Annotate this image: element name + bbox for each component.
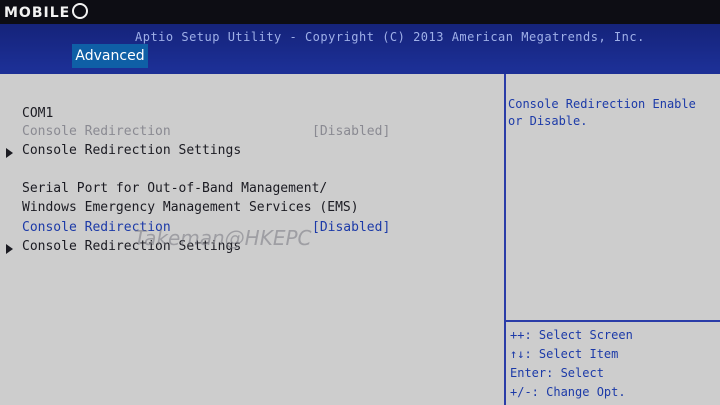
com1-console-redirection-settings[interactable]: Console Redirection Settings: [22, 143, 241, 158]
tab-advanced[interactable]: Advanced: [72, 44, 148, 68]
logo-ring-icon: [72, 3, 89, 19]
watermark-logo-text: MOBILE: [4, 5, 71, 21]
help-divider: [506, 320, 720, 322]
bios-header: Aptio Setup Utility - Copyright (C) 2013…: [0, 24, 720, 68]
key-hint-select-screen: ++: Select Screen: [510, 328, 633, 342]
help-panel: Console Redirection Enable or Disable. +…: [506, 74, 720, 405]
key-hint-change-opt: +/-: Change Opt.: [510, 385, 626, 399]
submenu-arrow-icon: [6, 148, 13, 158]
watermark-credit: Takeman@HKEPC: [134, 226, 312, 250]
ems-console-redirection-value[interactable]: [Disabled]: [312, 220, 390, 235]
key-hint-select-item: ↑↓: Select Item: [510, 347, 619, 361]
submenu-arrow-icon: [6, 244, 13, 254]
bios-main: COM1 Console Redirection [Disabled] Cons…: [0, 68, 720, 405]
serial-port-heading-line1: Serial Port for Out-of-Band Management/: [22, 181, 328, 196]
help-description: Console Redirection Enable or Disable.: [508, 97, 696, 128]
key-hint-enter: Enter: Select: [510, 366, 604, 380]
com1-heading: COM1: [22, 106, 54, 121]
bios-title: Aptio Setup Utility - Copyright (C) 2013…: [135, 30, 645, 44]
com1-console-redirection-value[interactable]: [Disabled]: [312, 124, 390, 139]
watermark-logo: MOBILE: [4, 2, 89, 24]
serial-port-heading-line2: Windows Emergency Management Services (E…: [22, 200, 359, 215]
settings-panel: COM1 Console Redirection [Disabled] Cons…: [4, 74, 506, 405]
com1-console-redirection-label[interactable]: Console Redirection: [22, 124, 171, 139]
